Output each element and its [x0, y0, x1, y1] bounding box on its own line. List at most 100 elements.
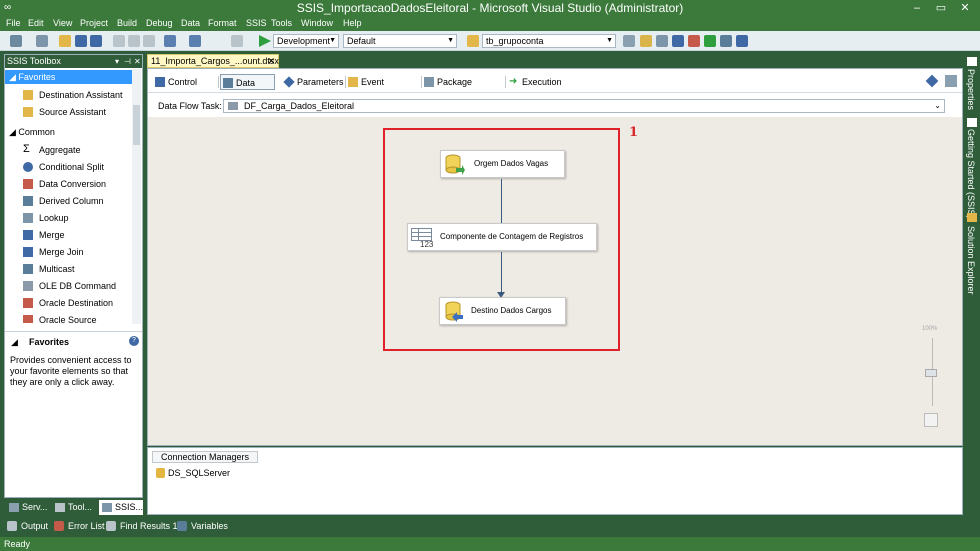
navigate-icon[interactable] — [231, 35, 243, 47]
toolbox-item-lookup[interactable]: Lookup — [19, 210, 133, 226]
paste-icon[interactable] — [143, 35, 155, 47]
data-conversion-icon — [23, 179, 33, 189]
solution-explorer-icon[interactable] — [623, 35, 635, 47]
undo-icon[interactable] — [164, 35, 176, 47]
menu-file[interactable]: File — [6, 18, 21, 28]
dock-tab-solution-explorer[interactable]: Solution Explorer — [966, 226, 976, 295]
tab-data-flow[interactable]: Data Flow — [220, 74, 275, 104]
toolbox-item-aggregate[interactable]: Σ Aggregate — [19, 142, 133, 158]
item-label: Derived Column — [39, 196, 104, 206]
menu-window[interactable]: Window — [301, 18, 333, 28]
document-tab[interactable]: 11_Importa_Cargos_...ount.dtsx [Design]*… — [147, 54, 279, 78]
connection-item[interactable]: DS_SQLServer — [156, 467, 230, 479]
tab-package-explorer[interactable]: Package Explorer — [422, 74, 506, 103]
add-item-icon[interactable] — [36, 35, 48, 47]
tab-parameters[interactable]: Parameters — [282, 74, 346, 90]
error-list-icon[interactable] — [688, 35, 700, 47]
windows-icon[interactable] — [736, 35, 748, 47]
toolbox-item-ole-db-command[interactable]: OLE DB Command — [19, 278, 133, 294]
close-icon[interactable]: ✕ — [134, 55, 141, 68]
toolbox-icon[interactable] — [672, 35, 684, 47]
tab-variables[interactable]: Variables — [177, 520, 228, 532]
find-in-files-icon[interactable] — [467, 35, 479, 47]
item-label: Source Assistant — [39, 107, 107, 117]
status-bar: Ready — [0, 537, 980, 551]
menu-project[interactable]: Project — [80, 18, 108, 28]
data-flow-canvas[interactable]: Orgem Dados Vagas 123 Componente de Cont… — [148, 117, 962, 445]
toolbox-item-merge[interactable]: Merge — [19, 227, 133, 243]
menu-view[interactable]: View — [53, 18, 72, 28]
menu-debug[interactable]: Debug — [146, 18, 173, 28]
scrollbar-thumb[interactable] — [133, 105, 140, 145]
tab-server-explorer[interactable]: Serv... — [6, 500, 50, 515]
tab-output[interactable]: Output — [7, 520, 48, 532]
tab-control-flow[interactable]: Control Flow — [153, 74, 219, 103]
toolbox-item-merge-join[interactable]: Merge Join — [19, 244, 133, 260]
open-folder-icon[interactable] — [59, 35, 71, 47]
properties-icon[interactable] — [640, 35, 652, 47]
toolbox-item-conditional-split[interactable]: Conditional Split — [19, 159, 133, 175]
close-button[interactable]: ✕ — [954, 0, 976, 17]
dock-tab-properties[interactable]: Properties — [966, 69, 976, 110]
variables-icon — [177, 521, 187, 531]
toolbox-description-panel: ◢ Favorites ? Provides convenient access… — [5, 331, 142, 497]
data-flow-task-combo[interactable]: DF_Carga_Dados_Eleitoral ⌄ — [223, 99, 945, 113]
toolbox-item-source-assistant[interactable]: Source Assistant — [19, 104, 133, 120]
designer-options-icon[interactable] — [925, 74, 939, 88]
toolbox-item-destination-assistant[interactable]: Destination Assistant — [19, 87, 133, 103]
pin-icon[interactable]: ⊣ — [124, 55, 131, 68]
platform-combo[interactable]: Default ▼ — [343, 34, 457, 48]
toolbox-item-multicast[interactable]: Multicast — [19, 261, 133, 277]
document-tab-strip: 11_Importa_Cargos_...ount.dtsx [Design]*… — [147, 54, 963, 78]
menu-data[interactable]: Data — [181, 18, 200, 28]
start-page-icon[interactable] — [704, 35, 716, 47]
tab-label: Tool... — [68, 502, 93, 512]
configuration-combo[interactable]: Development ▼ — [273, 34, 339, 48]
start-debugging-icon[interactable] — [259, 35, 271, 47]
new-project-icon[interactable] — [10, 35, 22, 47]
tab-find-results[interactable]: Find Results 1 — [106, 520, 178, 532]
zoom-to-fit-button[interactable] — [924, 413, 938, 427]
toolbox-item-derived-column[interactable]: Derived Column — [19, 193, 133, 209]
save-icon[interactable] — [75, 35, 87, 47]
toolbox-scrollbar[interactable] — [132, 69, 141, 324]
item-label: Destination Assistant — [39, 90, 123, 100]
menu-ssis[interactable]: SSIS — [246, 18, 267, 28]
dock-tab-getting-started[interactable]: Getting Started (SSIS) — [966, 129, 976, 219]
toolbox-section-favorites[interactable]: ◢ Favorites — [5, 70, 133, 84]
tab-execution-results[interactable]: ➜Execution Results — [507, 74, 591, 104]
maximize-button[interactable]: ▭ — [930, 0, 952, 17]
toolbox-item-oracle-source[interactable]: Oracle Source — [19, 312, 133, 323]
tab-toolbox[interactable]: Tool... — [52, 500, 98, 515]
menu-format[interactable]: Format — [208, 18, 237, 28]
toolbox-section-common[interactable]: ◢ Common — [5, 125, 133, 139]
dropdown-icon[interactable]: ▾ — [115, 55, 119, 68]
cut-icon[interactable] — [113, 35, 125, 47]
item-label: Aggregate — [39, 145, 81, 155]
collapse-icon[interactable]: ◢ — [11, 337, 18, 348]
toolbox-item-oracle-destination[interactable]: Oracle Destination — [19, 295, 133, 311]
output-icon — [7, 521, 17, 531]
minimize-button[interactable]: – — [906, 0, 928, 17]
find-combo[interactable]: tb_grupoconta ▼ — [482, 34, 616, 48]
save-all-icon[interactable] — [90, 35, 102, 47]
menu-build[interactable]: Build — [117, 18, 137, 28]
tab-ssis-toolbox[interactable]: SSIS... — [99, 500, 143, 515]
connection-managers-tab[interactable]: Connection Managers — [152, 451, 258, 463]
close-icon[interactable]: ✕ — [267, 55, 275, 67]
redo-icon[interactable] — [189, 35, 201, 47]
tab-error-list[interactable]: Error List — [54, 520, 105, 532]
menu-tools[interactable]: Tools — [271, 18, 292, 28]
copy-icon[interactable] — [128, 35, 140, 47]
object-browser-icon[interactable] — [656, 35, 668, 47]
extensions-icon[interactable] — [720, 35, 732, 47]
toolbox-item-data-conversion[interactable]: Data Conversion — [19, 176, 133, 192]
oracle-source-icon — [23, 315, 33, 323]
menu-help[interactable]: Help — [343, 18, 362, 28]
help-icon[interactable]: ? — [129, 336, 139, 346]
menu-edit[interactable]: Edit — [28, 18, 44, 28]
tab-event-handlers[interactable]: Event Handlers — [346, 74, 422, 103]
zoom-slider-thumb[interactable] — [925, 369, 937, 377]
toggle-toolbox-icon[interactable] — [945, 75, 957, 87]
data-flow-task-row: Data Flow Task: DF_Carga_Dados_Eleitoral… — [148, 94, 962, 116]
